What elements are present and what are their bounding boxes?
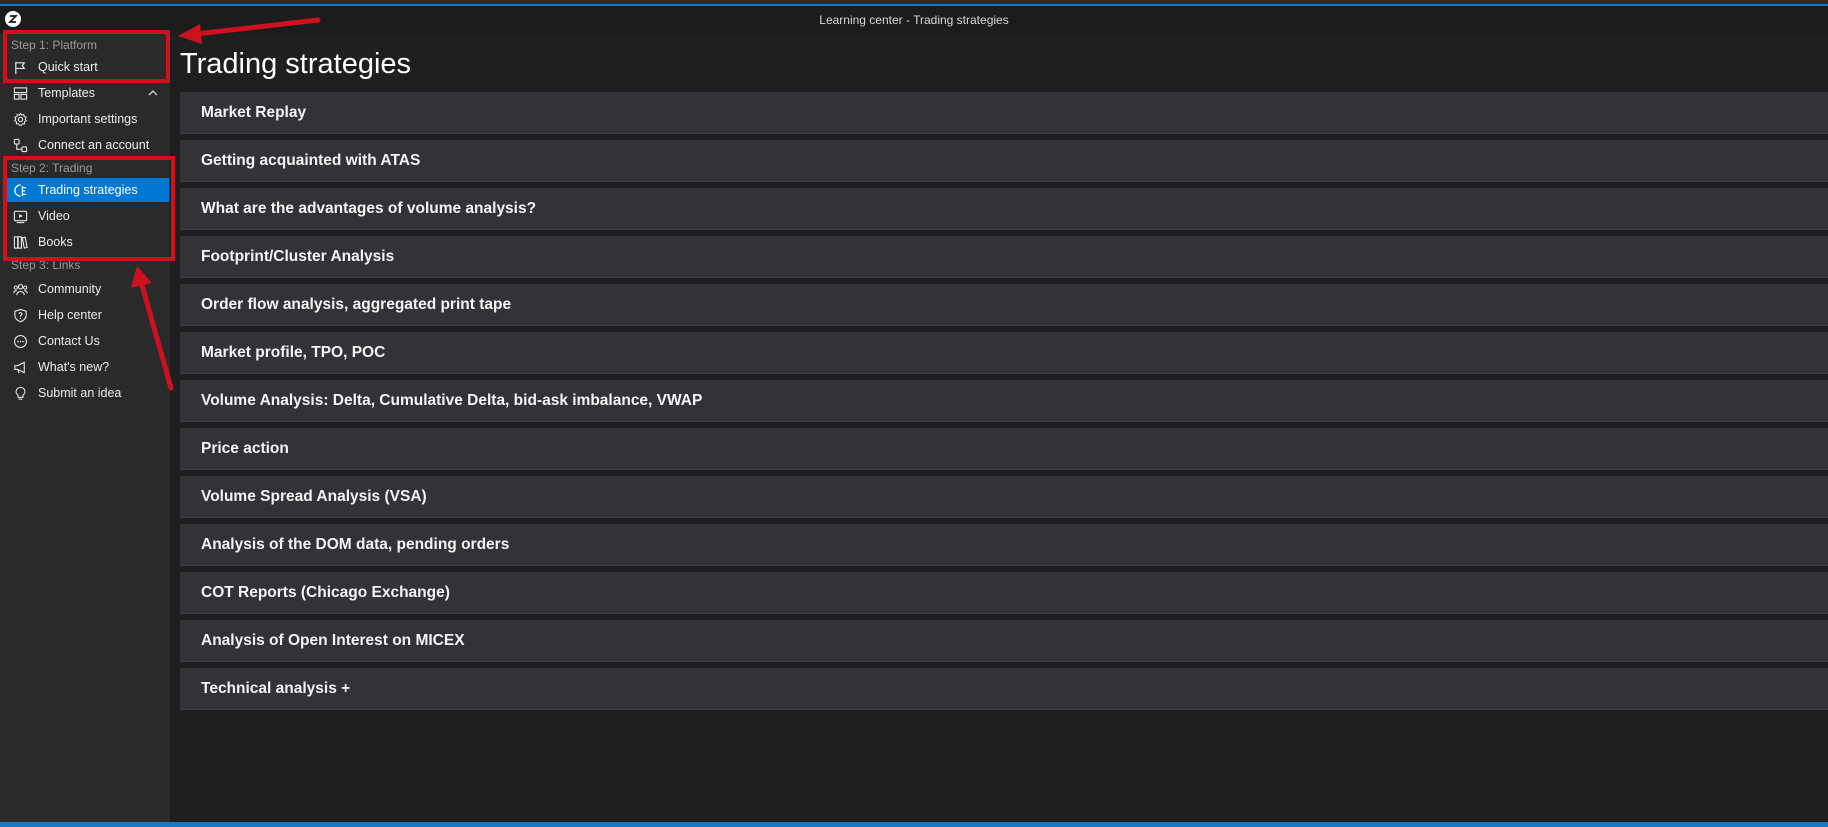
sidebar-item-trading-strategies[interactable]: Trading strategies: [6, 178, 169, 202]
main-content: Trading strategies Market Replay Getting…: [170, 34, 1828, 822]
sidebar-item-community[interactable]: Community: [6, 277, 169, 301]
step-3-label: Step 3: Links: [11, 258, 81, 272]
title-bar: Learning center - Trading strategies: [0, 6, 1828, 34]
books-icon: [12, 234, 28, 250]
step-1-label: Step 1: Platform: [11, 38, 98, 52]
window-bottom-border: [0, 822, 1828, 827]
strategy-item[interactable]: Getting acquainted with ATAS: [180, 140, 1828, 182]
help-shield-icon: [12, 307, 28, 323]
strategy-item[interactable]: Market Replay: [180, 92, 1828, 134]
sidebar-item-label: Important settings: [38, 112, 138, 126]
connect-icon: [12, 137, 28, 153]
chevron-up-icon[interactable]: [147, 87, 159, 99]
sidebar-item-label: Connect an account: [38, 138, 150, 152]
strategy-item[interactable]: COT Reports (Chicago Exchange): [180, 572, 1828, 614]
sidebar: Step 1: Platform Quick start Templates I…: [0, 34, 170, 822]
learning-center-window: Learning center - Trading strategies Ste…: [0, 0, 1828, 827]
strategy-item[interactable]: Price action: [180, 428, 1828, 470]
sidebar-item-label: Video: [38, 209, 70, 223]
sidebar-item-quick-start[interactable]: Quick start: [6, 55, 169, 79]
sidebar-item-contact-us[interactable]: Contact Us: [6, 329, 169, 353]
window-title: Learning center - Trading strategies: [819, 13, 1009, 27]
strategy-icon: [12, 182, 28, 198]
flag-icon: [12, 59, 28, 75]
video-icon: [12, 208, 28, 224]
sidebar-item-connect-account[interactable]: Connect an account: [6, 133, 169, 157]
megaphone-icon: [12, 359, 28, 375]
strategy-item[interactable]: Technical analysis +: [180, 668, 1828, 710]
sidebar-item-submit-idea[interactable]: Submit an idea: [6, 381, 169, 405]
sidebar-item-label: Templates: [38, 86, 95, 100]
gear-icon: [12, 111, 28, 127]
strategy-item[interactable]: Analysis of the DOM data, pending orders: [180, 524, 1828, 566]
sidebar-item-templates[interactable]: Templates: [6, 81, 169, 105]
strategy-item[interactable]: Volume Spread Analysis (VSA): [180, 476, 1828, 518]
page-title: Trading strategies: [180, 48, 412, 80]
sidebar-item-label: Books: [38, 235, 73, 249]
sidebar-item-help-center[interactable]: Help center: [6, 303, 169, 327]
sidebar-item-label: Community: [38, 282, 102, 296]
sidebar-item-video[interactable]: Video: [6, 204, 169, 228]
sidebar-item-label: Contact Us: [38, 334, 100, 348]
sidebar-item-label: Help center: [38, 308, 102, 322]
strategy-item[interactable]: Analysis of Open Interest on MICEX: [180, 620, 1828, 662]
strategy-item[interactable]: Market profile, TPO, POC: [180, 332, 1828, 374]
chat-icon: [12, 333, 28, 349]
sidebar-item-label: Quick start: [38, 60, 98, 74]
sidebar-item-label: What's new?: [38, 360, 110, 374]
lightbulb-icon: [12, 385, 28, 401]
strategy-item[interactable]: Volume Analysis: Delta, Cumulative Delta…: [180, 380, 1828, 422]
sidebar-item-important-settings[interactable]: Important settings: [6, 107, 169, 131]
sidebar-item-whats-new[interactable]: What's new?: [6, 355, 169, 379]
strategy-item[interactable]: Footprint/Cluster Analysis: [180, 236, 1828, 278]
step-2-label: Step 2: Trading: [11, 161, 93, 175]
sidebar-item-label: Trading strategies: [38, 183, 138, 197]
layout-icon: [12, 85, 28, 101]
strategy-list: Market Replay Getting acquainted with AT…: [180, 92, 1828, 716]
community-icon: [12, 281, 28, 297]
sidebar-item-books[interactable]: Books: [6, 230, 169, 254]
strategy-item[interactable]: What are the advantages of volume analys…: [180, 188, 1828, 230]
strategy-item[interactable]: Order flow analysis, aggregated print ta…: [180, 284, 1828, 326]
sidebar-item-label: Submit an idea: [38, 386, 122, 400]
